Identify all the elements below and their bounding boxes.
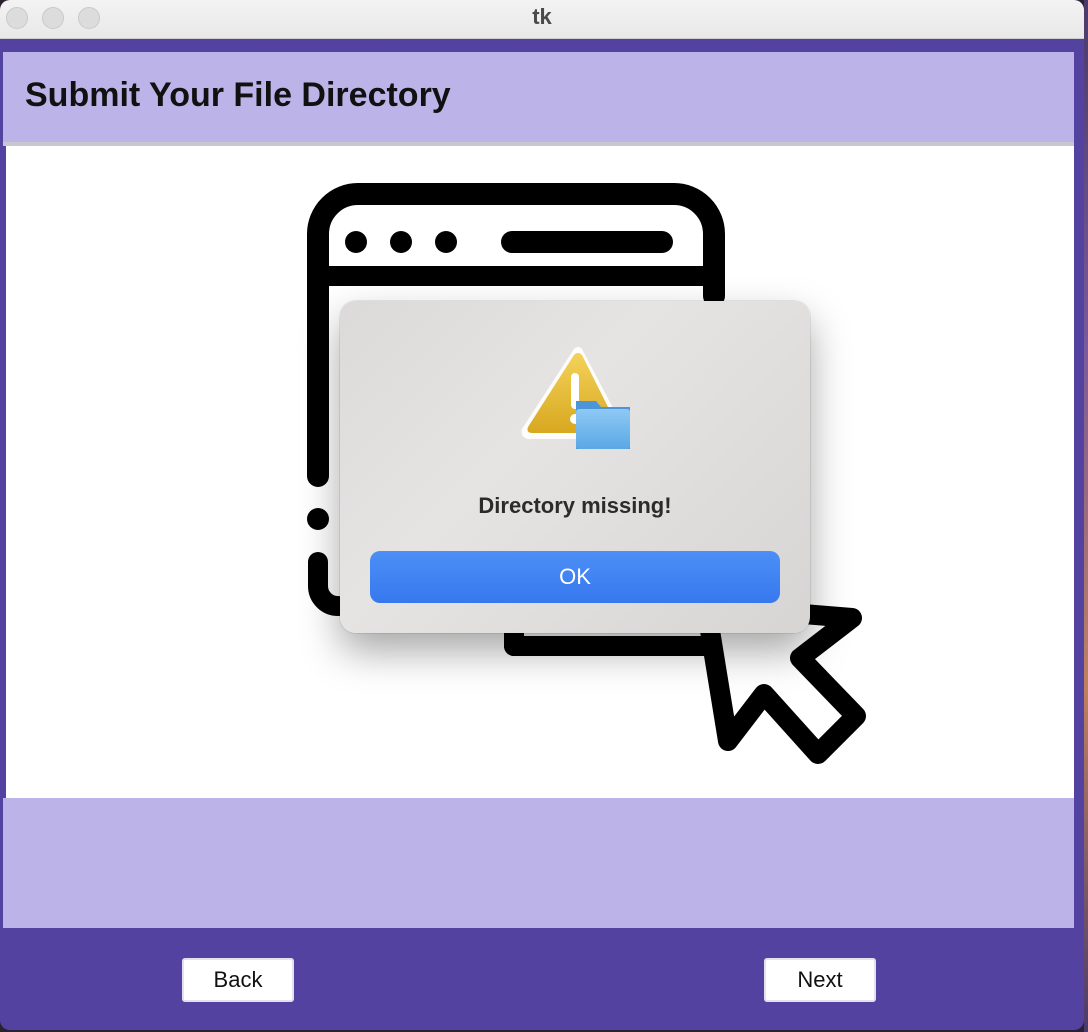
back-button[interactable]: Back <box>182 958 294 1002</box>
page-header: Submit Your File Directory <box>3 52 1074 142</box>
warning-folder-icon <box>521 347 630 449</box>
ok-button[interactable]: OK <box>370 551 780 603</box>
window-title: tk <box>532 4 552 29</box>
dialog-message: Directory missing! <box>478 493 672 518</box>
page-title: Submit Your File Directory <box>25 76 451 114</box>
next-button[interactable]: Next <box>764 958 876 1002</box>
desktop-background-edge <box>1084 0 1088 1032</box>
title-bar: tk <box>0 0 1084 39</box>
alert-dialog: Directory missing! OK <box>340 301 810 633</box>
lower-panel <box>3 798 1074 928</box>
app-window: tk Submit Your File Directory Back Next <box>0 0 1084 1030</box>
